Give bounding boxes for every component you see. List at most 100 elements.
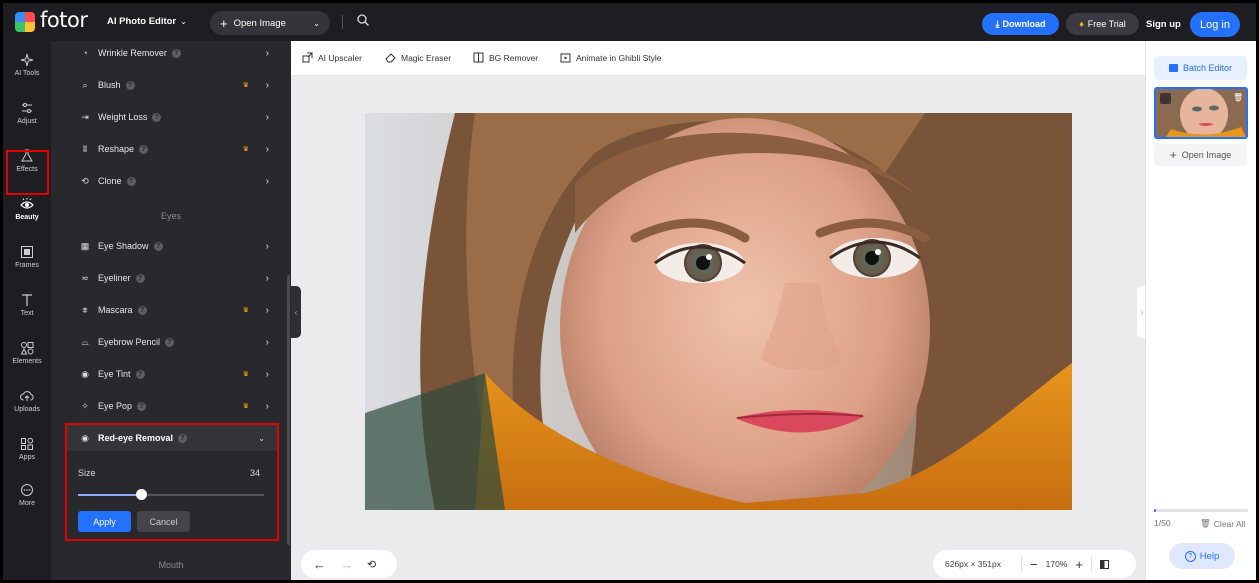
redo-icon[interactable]: → [340,557,353,572]
clear-all-button[interactable]: 🗑 Clear All [1200,518,1245,529]
chevron-right-icon: › [266,273,269,284]
help-icon[interactable]: ? [154,242,163,251]
open-image-dropdown[interactable]: + Open Image ⌄ [210,11,330,35]
tool-label: Eye Shadow [98,241,149,251]
trash-icon[interactable]: 🗑 [1233,93,1242,104]
chevron-right-icon: › [266,80,269,91]
help-icon[interactable]: ? [172,49,181,58]
tool-eye-pop[interactable]: ✧ Eye Pop ? ♛ › [79,397,269,415]
tool-label: Eye Tint [98,369,131,379]
more-icon [20,483,34,497]
nav-label: Apps [19,454,35,461]
tool-wrinkle-remover[interactable]: ◔ Wrinkle Remover ? › [79,44,269,62]
history-controls: ← → ⟲ [301,550,397,578]
nav-frames[interactable]: Frames [3,235,51,279]
nav-elements[interactable]: Elements [3,331,51,375]
tool-mascara[interactable]: ⩨ Mascara ? ♛ › [79,301,269,319]
crown-icon: ♛ [243,81,249,89]
nav-ai-tools[interactable]: AI Tools [3,43,51,87]
fotor-logo[interactable]: fotor [15,11,87,32]
clone-icon: ⟲ [79,175,91,187]
nav-label: Adjust [17,118,36,125]
open-image-button[interactable]: + Open Image [1154,144,1247,166]
trash-icon: 🗑 [1200,518,1211,529]
help-icon[interactable]: ? [126,81,135,90]
nav-text[interactable]: Text [3,283,51,327]
free-trial-button[interactable]: ♦ Free Trial [1066,13,1139,35]
tool-eyeliner[interactable]: ≂ Eyeliner ? › [79,269,269,287]
tool-weight-loss[interactable]: ⇥ Weight Loss ? › [79,108,269,126]
help-icon[interactable]: ? [139,145,148,154]
crown-icon: ♛ [243,402,249,410]
zoom-level[interactable]: 170% [1046,559,1068,569]
help-icon[interactable]: ? [136,370,145,379]
crown-icon: ♛ [243,370,249,378]
top-bar: fotor AI Photo Editor ⌄ + Open Image ⌄ ⤓… [3,3,1256,41]
eye-icon [20,197,34,211]
tool-animate-ghibli[interactable]: Animate in Ghibli Style [560,52,662,63]
frame-icon [20,245,34,259]
ai-photo-editor-menu[interactable]: AI Photo Editor ⌄ [107,16,187,27]
tool-label: Eyebrow Pencil [98,337,160,347]
nav-more[interactable]: More [3,473,51,517]
compare-icon[interactable] [1100,560,1109,569]
tool-eyebrow-pencil[interactable]: ⌓ Eyebrow Pencil ? › [79,333,269,351]
chevron-right-icon: › [266,241,269,252]
help-button[interactable]: ? Help [1169,543,1235,569]
help-icon[interactable]: ? [138,306,147,315]
tool-magic-eraser[interactable]: Magic Eraser [385,52,451,63]
tool-label: AI Upscaler [318,53,362,63]
tool-label: Clone [98,176,122,186]
tool-blush[interactable]: ⌕ Blush ? ♛ › [79,76,269,94]
help-icon[interactable]: ? [165,338,174,347]
tool-label: Reshape [98,144,134,154]
batch-editor-button[interactable]: Batch Editor [1154,56,1247,80]
chevron-right-icon: › [266,176,269,187]
undo-icon[interactable]: ← [313,557,326,572]
tool-label: BG Remover [489,53,538,63]
nav-uploads[interactable]: Uploads [3,379,51,423]
sign-up-link[interactable]: Sign up [1146,19,1181,30]
red-eye-highlight-box [65,423,279,541]
image-thumbnail[interactable]: 🗑 [1154,87,1248,139]
tool-bg-remover[interactable]: BG Remover [473,52,538,63]
nav-apps[interactable]: Apps [3,427,51,471]
open-image-label: Open Image [1182,150,1232,160]
history-icon[interactable]: ⟲ [367,558,376,571]
chevron-right-icon: › [266,337,269,348]
brush-icon: ⌕ [79,79,91,91]
cloud-upload-icon [20,389,34,403]
zoom-out-button[interactable]: − [1030,557,1038,572]
canvas-photo[interactable] [365,113,1072,510]
portrait-image [365,113,1072,510]
help-icon[interactable]: ? [137,402,146,411]
help-icon[interactable]: ? [152,113,161,122]
tool-eye-tint[interactable]: ◉ Eye Tint ? ♛ › [79,365,269,383]
collapse-panel-handle[interactable]: ‹ [291,286,301,338]
clear-all-label: Clear All [1214,519,1246,529]
help-icon[interactable]: ? [136,274,145,283]
panel-scrollbar[interactable] [287,275,290,545]
sparkle-icon [20,53,34,67]
tool-reshape[interactable]: ʬ Reshape ? ♛ › [79,140,269,158]
logo-text: fotor [40,8,87,32]
log-in-button[interactable]: Log in [1190,12,1240,37]
nav-label: Frames [15,262,39,269]
zoom-in-button[interactable]: + [1075,557,1083,572]
chevron-right-icon: › [266,305,269,316]
ai-photo-editor-label: AI Photo Editor [107,16,176,27]
tool-label: Eyeliner [98,273,131,283]
layers-icon [1169,64,1178,72]
app-window: fotor AI Photo Editor ⌄ + Open Image ⌄ ⤓… [0,0,1259,583]
tool-clone[interactable]: ⟲ Clone ? › [79,172,269,190]
divider [1021,557,1022,571]
tool-ai-upscaler[interactable]: AI Upscaler [302,52,362,63]
nav-adjust[interactable]: Adjust [3,91,51,135]
tool-label: Mascara [98,305,133,315]
tool-label: Magic Eraser [401,53,451,63]
tool-eye-shadow[interactable]: ▦ Eye Shadow ? › [79,237,269,255]
help-icon[interactable]: ? [127,177,136,186]
animate-icon [560,52,571,63]
search-icon[interactable] [356,13,370,27]
download-button[interactable]: ⤓ Download [982,13,1059,35]
